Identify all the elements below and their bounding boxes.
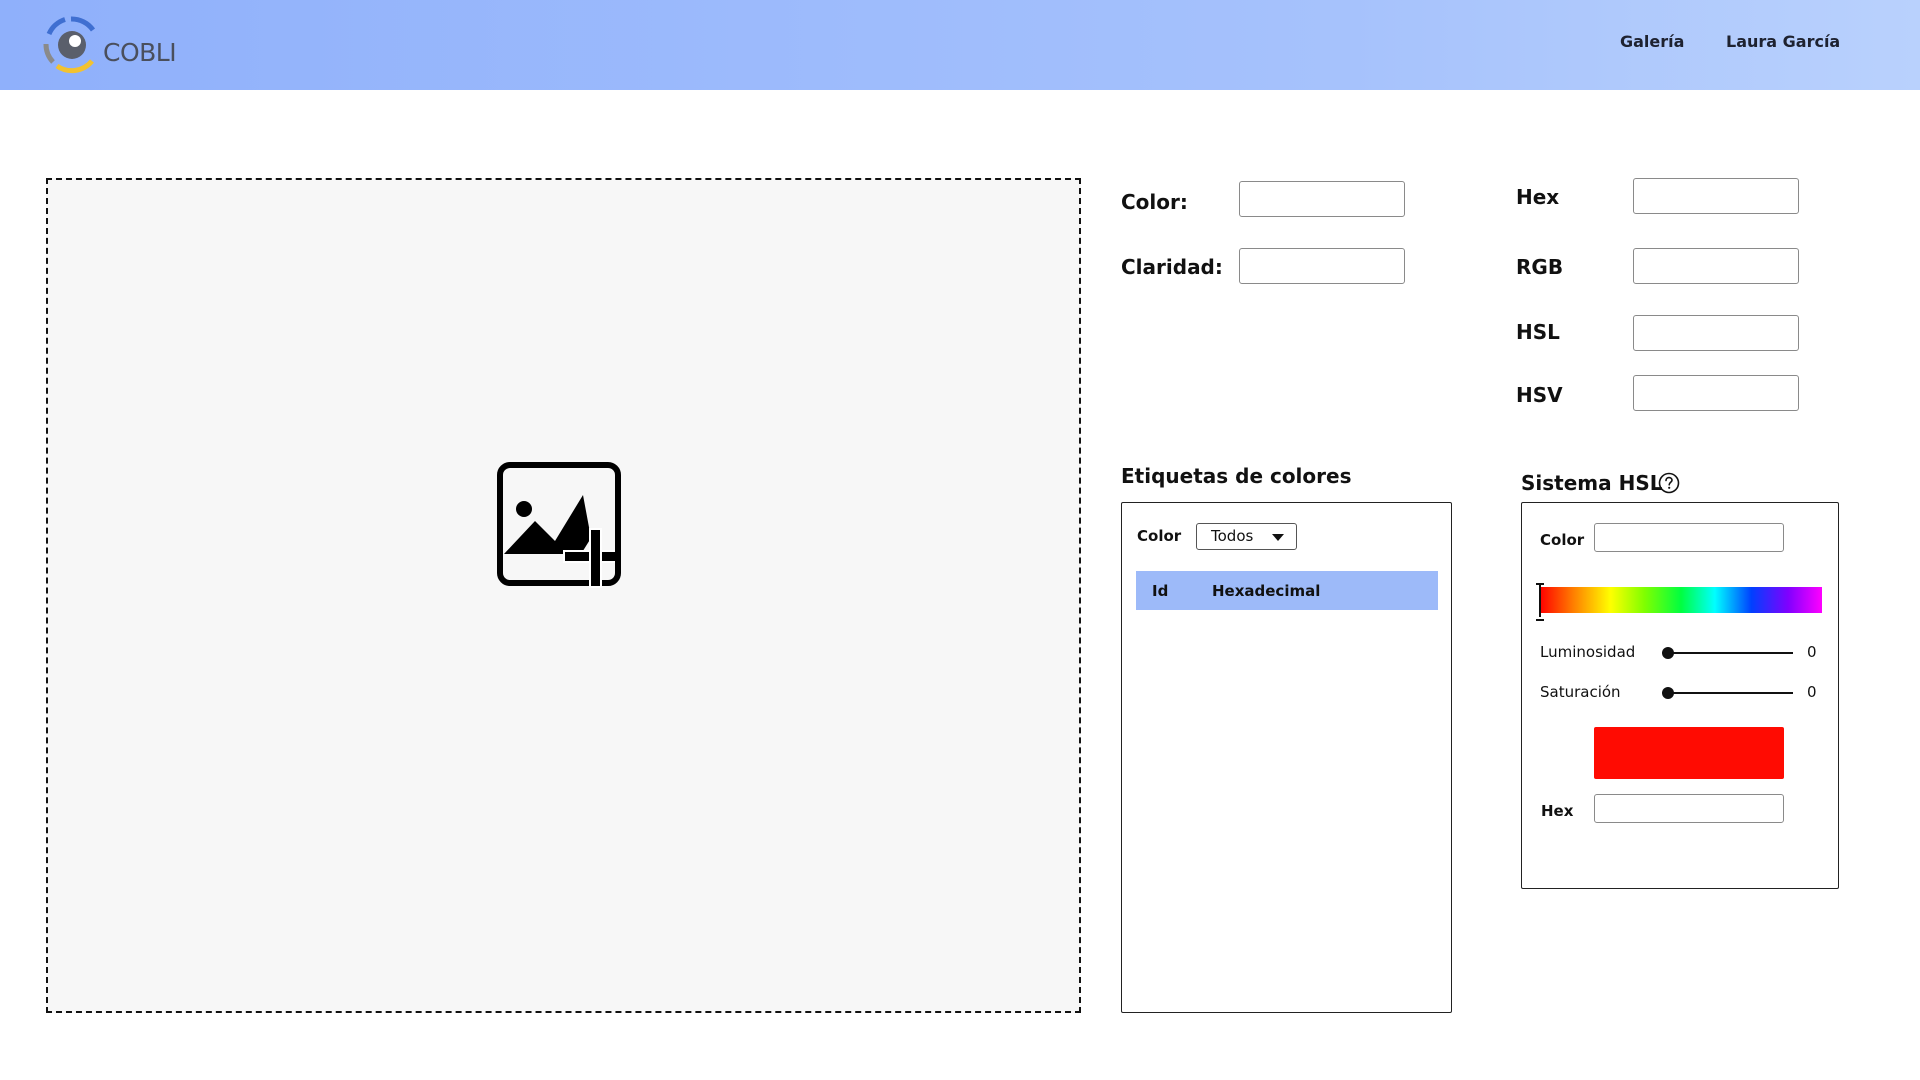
- lightness-field[interactable]: [1239, 248, 1405, 284]
- color-label: Color:: [1121, 190, 1188, 214]
- top-header: COBLI Galería Laura García: [0, 0, 1920, 90]
- column-header-hexadecimal: Hexadecimal: [1212, 582, 1321, 600]
- rgb-label: RGB: [1516, 255, 1564, 279]
- question-circle-icon[interactable]: [1658, 472, 1680, 494]
- brand-name: COBLI: [103, 38, 177, 67]
- hsv-label: HSV: [1516, 383, 1563, 407]
- hsl-system-panel: Color Luminosidad 0 Saturación 0 Hex: [1521, 502, 1839, 889]
- hex-field[interactable]: [1633, 178, 1799, 214]
- eye-logo-icon[interactable]: [40, 14, 102, 76]
- color-preview-swatch: [1594, 727, 1784, 779]
- hsl-system-title: Sistema HSL: [1521, 471, 1663, 495]
- nav-user-link[interactable]: Laura García: [1726, 32, 1840, 51]
- hsl-hex-label: Hex: [1541, 802, 1574, 820]
- hue-slider-handle[interactable]: [1536, 583, 1544, 621]
- hsl-field[interactable]: [1633, 315, 1799, 351]
- saturation-slider[interactable]: [1662, 687, 1793, 699]
- saturation-label: Saturación: [1540, 683, 1621, 701]
- color-tags-title: Etiquetas de colores: [1121, 464, 1352, 488]
- nav-gallery-link[interactable]: Galería: [1620, 32, 1684, 51]
- color-filter-selected: Todos: [1211, 527, 1254, 545]
- color-tags-panel: Color Todos Id Hexadecimal: [1121, 502, 1452, 1013]
- luminosity-label: Luminosidad: [1540, 643, 1636, 661]
- color-filter-dropdown[interactable]: Todos: [1196, 523, 1297, 550]
- hsv-field[interactable]: [1633, 375, 1799, 411]
- hsl-hex-field[interactable]: [1594, 794, 1784, 823]
- rgb-field[interactable]: [1633, 248, 1799, 284]
- lightness-label: Claridad:: [1121, 255, 1223, 279]
- add-image-icon[interactable]: [493, 458, 629, 594]
- hsl-color-field[interactable]: [1594, 523, 1784, 552]
- hue-slider[interactable]: [1536, 583, 1822, 621]
- caret-down-icon: [1272, 534, 1284, 541]
- hex-label: Hex: [1516, 185, 1560, 209]
- saturation-value: 0: [1807, 683, 1817, 701]
- saturation-slider-thumb[interactable]: [1662, 687, 1674, 699]
- hsl-color-label: Color: [1540, 531, 1585, 549]
- luminosity-slider[interactable]: [1662, 647, 1793, 659]
- luminosity-slider-thumb[interactable]: [1662, 647, 1674, 659]
- column-header-id: Id: [1152, 582, 1169, 600]
- luminosity-value: 0: [1807, 643, 1817, 661]
- hsl-label: HSL: [1516, 320, 1560, 344]
- tags-table-header: Id Hexadecimal: [1136, 571, 1438, 610]
- image-drop-zone[interactable]: [46, 178, 1081, 1013]
- color-field[interactable]: [1239, 181, 1405, 217]
- tags-filter-label: Color: [1137, 527, 1182, 545]
